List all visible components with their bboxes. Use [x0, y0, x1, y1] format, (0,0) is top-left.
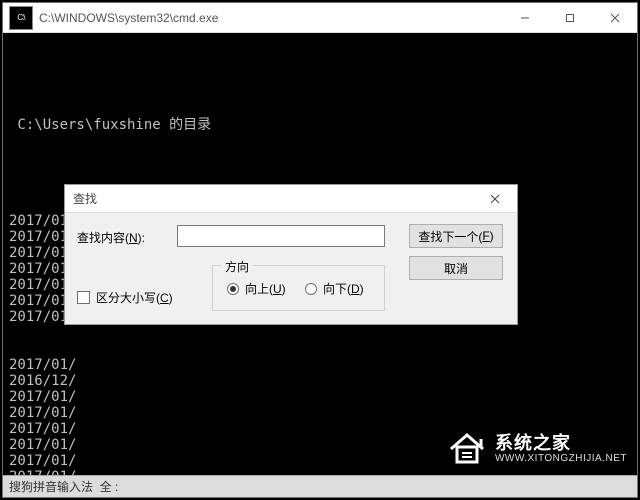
dir-row-truncated: 2017/01/	[9, 357, 631, 373]
direction-up-row[interactable]: 向上(U)	[227, 280, 286, 297]
dir-row-truncated: 2017/01/	[9, 405, 631, 421]
window-title: C:\WINDOWS\system32\cmd.exe	[39, 11, 502, 25]
direction-up-label: 向上(U)	[245, 280, 286, 297]
find-titlebar[interactable]: 查找	[65, 185, 517, 213]
titlebar: C:\ C:\WINDOWS\system32\cmd.exe	[3, 3, 637, 33]
find-close-button[interactable]	[481, 188, 509, 210]
find-next-button[interactable]: 查找下一个(F)	[409, 224, 503, 248]
match-case-checkbox[interactable]	[77, 291, 90, 304]
ime-text: 搜狗拼音输入法 全 :	[9, 479, 118, 495]
match-case-label: 区分大小写(C)	[96, 289, 173, 306]
close-icon	[610, 13, 620, 23]
close-icon	[490, 194, 500, 204]
minimize-icon	[520, 13, 530, 23]
direction-groupbox: 方向 向上(U) 向下(D)	[212, 265, 385, 311]
watermark: 系统之家 WWW.XITONGZHIJIA.NET	[447, 429, 627, 469]
direction-down-radio[interactable]	[305, 283, 317, 295]
maximize-icon	[565, 13, 575, 23]
find-title: 查找	[73, 190, 481, 207]
find-content-label: 查找内容(N):	[77, 229, 145, 246]
ime-status-bar: 搜狗拼音输入法 全 :	[3, 475, 637, 497]
window-cmd-icon: C:\	[9, 6, 33, 30]
watermark-title: 系统之家	[495, 434, 627, 454]
direction-label: 方向	[221, 258, 253, 275]
close-button[interactable]	[592, 3, 637, 33]
maximize-button[interactable]	[547, 3, 592, 33]
direction-down-label: 向下(D)	[323, 280, 364, 297]
window-controls	[502, 3, 637, 33]
find-content-input[interactable]	[177, 225, 385, 247]
cancel-button[interactable]: 取消	[409, 256, 503, 280]
match-case-checkbox-row[interactable]: 区分大小写(C)	[77, 289, 173, 306]
watermark-url: WWW.XITONGZHIJIA.NET	[495, 453, 627, 464]
console-header-line: C:\Users\fuxshine 的目录	[9, 117, 631, 133]
direction-down-row[interactable]: 向下(D)	[305, 280, 364, 297]
minimize-button[interactable]	[502, 3, 547, 33]
dir-row-truncated: 2017/01/	[9, 389, 631, 405]
dir-row-truncated: 2016/12/	[9, 373, 631, 389]
direction-up-radio[interactable]	[227, 283, 239, 295]
find-dialog: 查找 查找内容(N): 查找下一个(F) 取消 区分大小写(C) 方向 向	[64, 184, 518, 325]
watermark-house-icon	[447, 429, 487, 469]
